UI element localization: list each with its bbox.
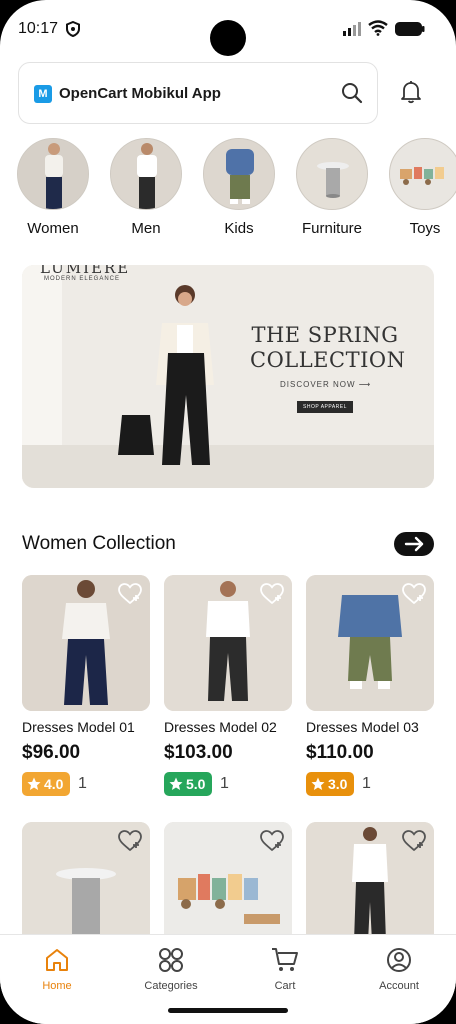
product-price: $103.00 [164, 742, 233, 763]
category-label: Women [27, 220, 79, 237]
category-image [203, 138, 275, 210]
banner-image [22, 265, 434, 488]
category-image [296, 138, 368, 210]
rating-badge: 3.0 [306, 772, 354, 796]
category-list: Women Men Kids Furniture Toys [0, 138, 456, 243]
category-kids[interactable]: Kids [199, 138, 279, 237]
product-price: $110.00 [306, 742, 374, 763]
section-title: Women Collection [22, 533, 176, 554]
signal-icon [343, 22, 361, 36]
status-time: 10:17 [18, 20, 59, 37]
rating-value: 5.0 [186, 776, 206, 792]
rating-value: 4.0 [44, 776, 64, 792]
product-image [306, 575, 434, 711]
home-icon [46, 949, 68, 971]
nav-categories[interactable]: Categories [126, 947, 216, 992]
star-icon [169, 777, 183, 790]
product-card[interactable]: Dresses Model 01 $96.00 4.0 1 [22, 575, 150, 796]
view-all-button[interactable] [394, 532, 434, 556]
nav-cart[interactable]: Cart [240, 947, 330, 992]
product-card[interactable]: Dresses Model 02 $103.00 5.0 1 [164, 575, 292, 796]
banner-discover-link[interactable]: DISCOVER NOW ⟶ [280, 380, 371, 389]
nav-home[interactable]: Home [12, 947, 102, 992]
wishlist-heart-icon[interactable] [402, 583, 426, 605]
app-logo: M [34, 85, 52, 103]
home-indicator [168, 1008, 288, 1013]
category-label: Toys [409, 220, 441, 237]
bell-icon[interactable] [400, 80, 422, 104]
product-name: Dresses Model 03 [306, 719, 419, 735]
cart-icon [272, 948, 298, 971]
category-men[interactable]: Men [106, 138, 186, 237]
product-image [164, 575, 292, 711]
rating-row: 5.0 1 [164, 772, 292, 796]
app-screen: 10:17 M OpenCart Mobikul App Women Men K… [0, 0, 456, 1024]
rating-row: 4.0 1 [22, 772, 150, 796]
product-name: Dresses Model 01 [22, 719, 135, 735]
category-toys[interactable]: Toys [385, 138, 456, 237]
shield-icon [66, 21, 80, 37]
wishlist-heart-icon[interactable] [118, 583, 142, 605]
wifi-icon [368, 20, 388, 36]
nav-label: Account [379, 980, 419, 992]
star-icon [27, 777, 41, 790]
rating-value: 3.0 [328, 776, 348, 792]
product-card[interactable]: Dresses Model 03 $110.00 3.0 1 [306, 575, 434, 796]
wishlist-heart-icon[interactable] [402, 830, 426, 852]
category-women[interactable]: Women [13, 138, 93, 237]
wishlist-heart-icon[interactable] [260, 583, 284, 605]
arrow-right-icon [404, 536, 424, 552]
category-image [110, 138, 182, 210]
nav-label: Cart [274, 980, 296, 992]
wishlist-heart-icon[interactable] [118, 830, 142, 852]
banner-tagline: MODERN ELEGANCE [44, 276, 121, 282]
star-icon [311, 777, 325, 790]
review-count: 1 [362, 775, 371, 792]
product-name: Dresses Model 02 [164, 719, 277, 735]
review-count: 1 [78, 775, 87, 792]
category-label: Kids [224, 220, 254, 237]
grid-icon [159, 948, 183, 972]
app-title: OpenCart Mobikul App [59, 85, 221, 102]
nav-account[interactable]: Account [354, 947, 444, 992]
category-furniture[interactable]: Furniture [292, 138, 372, 237]
category-label: Men [131, 220, 161, 237]
promo-banner[interactable]: LUMIERE MODERN ELEGANCE THE SPRING COLLE… [22, 265, 434, 488]
camera-cutout [210, 20, 246, 56]
product-image [22, 575, 150, 711]
status-bar: 10:17 [0, 0, 456, 60]
account-icon [387, 948, 411, 972]
banner-headline: THE SPRING COLLECTION [250, 323, 406, 372]
search-icon[interactable] [341, 82, 363, 104]
category-label: Furniture [301, 220, 363, 237]
category-image [17, 138, 89, 210]
rating-badge: 5.0 [164, 772, 212, 796]
banner-shop-button[interactable]: SHOP APPAREL [297, 401, 353, 413]
rating-row: 3.0 1 [306, 772, 434, 796]
search-bar[interactable]: M OpenCart Mobikul App [18, 62, 378, 124]
wishlist-heart-icon[interactable] [260, 830, 284, 852]
rating-badge: 4.0 [22, 772, 70, 796]
review-count: 1 [220, 775, 229, 792]
product-price: $96.00 [22, 742, 81, 763]
nav-label: Categories [144, 980, 198, 992]
battery-icon [395, 22, 425, 36]
nav-label: Home [42, 980, 72, 992]
category-image [389, 138, 456, 210]
